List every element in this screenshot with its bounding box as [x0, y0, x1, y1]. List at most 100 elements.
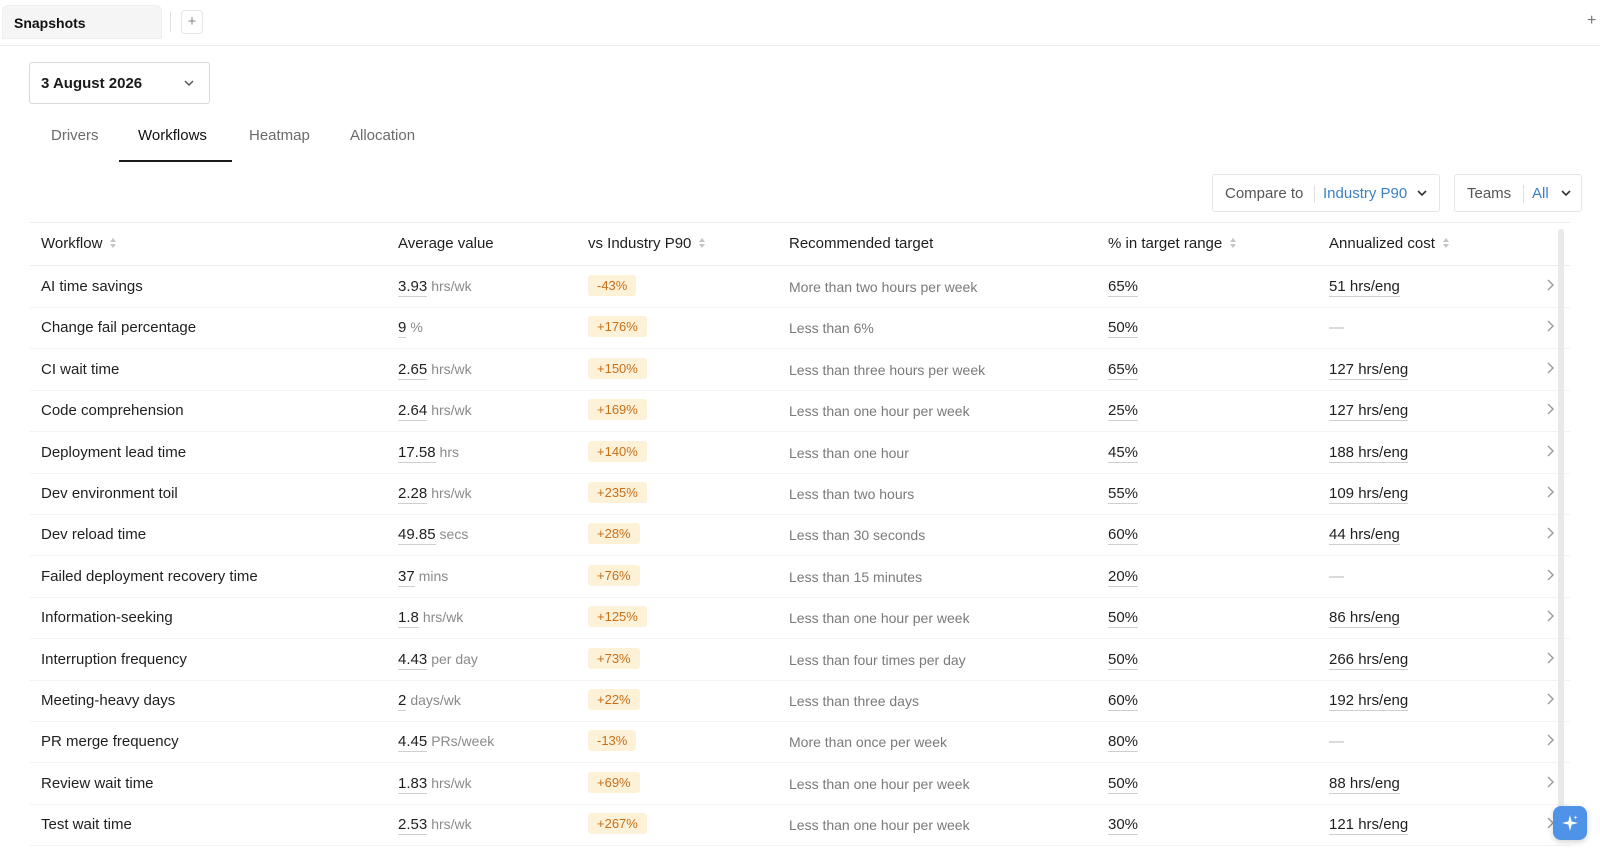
table-row[interactable]: Meeting-heavy days 2 days/wk +22% Less than … — [30, 680, 1570, 722]
pct-value: 45% — [1108, 443, 1139, 463]
tab-heatmap[interactable]: Heatmap — [249, 127, 310, 144]
recommended-target: Less than one hour per week — [789, 775, 970, 792]
pct-in-target[interactable]: 55% — [1108, 485, 1139, 504]
average-value[interactable]: 2.65 hrs/wk — [398, 360, 472, 380]
recommended-target: Less than one hour per week — [789, 817, 970, 834]
average-number: 2.28 — [398, 485, 428, 504]
compare-to-value: Industry P90 — [1323, 185, 1408, 202]
row-open-button[interactable] — [1545, 651, 1555, 669]
pct-in-target[interactable]: 50% — [1108, 774, 1139, 794]
annualized-cost[interactable]: 44 hrs/eng — [1329, 526, 1400, 546]
workflow-name: Review wait time — [41, 774, 154, 792]
table-row[interactable]: CI wait time 2.65 hrs/wk +150% Less than thr… — [30, 349, 1570, 391]
assistant-button[interactable] — [1553, 806, 1587, 840]
pct-in-target[interactable]: 25% — [1108, 402, 1139, 422]
row-open-button[interactable] — [1545, 485, 1555, 503]
table-row[interactable]: Dev environment toil 2.28 hrs/wk +235% Less … — [30, 473, 1570, 515]
average-value[interactable]: 37 mins — [398, 567, 448, 587]
annualized-cost[interactable]: 192 hrs/eng — [1329, 692, 1409, 711]
annualized-cost[interactable]: 266 hrs/eng — [1329, 650, 1409, 670]
average-value[interactable]: 2 days/wk — [398, 692, 461, 711]
average-value[interactable]: 4.43 per day — [398, 650, 478, 670]
row-open-button[interactable] — [1545, 361, 1555, 379]
pct-in-target[interactable]: 65% — [1108, 278, 1139, 297]
row-open-button[interactable] — [1545, 402, 1555, 420]
pct-in-target[interactable]: 30% — [1108, 816, 1139, 836]
column-header-cost[interactable]: Annualized cost — [1329, 235, 1450, 252]
table-row[interactable]: Test wait time 2.53 hrs/wk +267% Less than o… — [30, 804, 1570, 847]
add-tab-button[interactable]: + — [181, 10, 203, 34]
tab-allocation[interactable]: Allocation — [350, 127, 415, 144]
average-value[interactable]: 2.64 hrs/wk — [398, 402, 472, 422]
row-open-button[interactable] — [1545, 444, 1555, 462]
table-row[interactable]: Dev reload time 49.85 secs +28% Less than 30… — [30, 514, 1570, 557]
row-open-button[interactable] — [1545, 692, 1555, 710]
table-scrollbar[interactable] — [1558, 229, 1564, 839]
add-panel-button[interactable]: + — [1587, 10, 1596, 32]
column-header-pct-in-range[interactable]: % in target range — [1108, 235, 1237, 252]
compare-to-select[interactable]: Compare to Industry P90 — [1212, 174, 1440, 212]
annualized-cost[interactable]: 86 hrs/eng — [1329, 609, 1400, 629]
annualized-cost[interactable]: 188 hrs/eng — [1329, 443, 1409, 463]
table-row[interactable]: Information-seeking 1.8 hrs/wk +125% Less th… — [30, 597, 1570, 640]
average-value[interactable]: 1.83 hrs/wk — [398, 774, 472, 794]
industry-delta: +73% — [588, 647, 640, 669]
average-value[interactable]: 9% — [398, 319, 423, 339]
pct-value: 55% — [1108, 485, 1139, 504]
pct-in-target[interactable]: 60% — [1108, 526, 1139, 546]
annualized-cost[interactable]: 121 hrs/eng — [1329, 816, 1409, 836]
pct-in-target[interactable]: 20% — [1108, 567, 1139, 587]
average-value[interactable]: 3.93 hrs/wk — [398, 278, 472, 297]
pct-value: 20% — [1108, 567, 1139, 587]
teams-select[interactable]: Teams All — [1454, 174, 1582, 212]
pct-in-target[interactable]: 50% — [1108, 319, 1139, 339]
pct-in-target[interactable]: 80% — [1108, 733, 1139, 753]
tab-workflows[interactable]: Workflows — [138, 127, 207, 144]
table-row[interactable]: Code comprehension 2.64 hrs/wk +169% Less th… — [30, 390, 1570, 433]
tab-strip: Snapshots + + — [0, 0, 1600, 46]
recommended-target: Less than 6% — [789, 320, 874, 337]
row-open-button[interactable] — [1545, 775, 1555, 793]
row-open-button[interactable] — [1545, 733, 1555, 751]
row-open-button[interactable] — [1545, 278, 1555, 296]
column-header-vs-industry[interactable]: vs Industry P90 — [588, 235, 706, 252]
pct-in-target[interactable]: 65% — [1108, 360, 1139, 380]
sort-icon — [699, 238, 706, 248]
average-value[interactable]: 17.58 hrs — [398, 443, 459, 463]
annualized-cost[interactable]: 127 hrs/eng — [1329, 360, 1409, 380]
average-value[interactable]: 49.85 secs — [398, 526, 468, 546]
table-row[interactable]: Interruption frequency 4.43 per day +73% Les… — [30, 639, 1570, 681]
row-open-button[interactable] — [1545, 319, 1555, 337]
pct-value: 50% — [1108, 319, 1139, 339]
table-row[interactable]: Deployment lead time 17.58 hrs +140% Less th… — [30, 432, 1570, 474]
pct-in-target[interactable]: 45% — [1108, 443, 1139, 463]
table-row[interactable]: Change fail percentage 9% +176% Less than 6… — [30, 307, 1570, 350]
annualized-cost[interactable]: 88 hrs/eng — [1329, 774, 1400, 794]
industry-delta: +235% — [588, 482, 647, 503]
average-number: 2.64 — [398, 402, 428, 422]
industry-delta: +28% — [588, 523, 640, 545]
table-row[interactable]: AI time savings 3.93 hrs/wk -43% More than t… — [30, 266, 1570, 308]
date-picker[interactable]: 3 August 2026 — [29, 62, 210, 104]
row-open-button[interactable] — [1545, 526, 1555, 544]
average-value[interactable]: 2.53 hrs/wk — [398, 816, 472, 836]
teams-value: All — [1532, 185, 1549, 202]
average-value[interactable]: 4.45 PRs/week — [398, 733, 494, 753]
row-open-button[interactable] — [1545, 609, 1555, 627]
tab-drivers[interactable]: Drivers — [51, 127, 99, 144]
annualized-cost[interactable]: 109 hrs/eng — [1329, 485, 1409, 504]
column-header-workflow[interactable]: Workflow — [41, 235, 117, 252]
average-value[interactable]: 1.8 hrs/wk — [398, 609, 463, 629]
tab-snapshots[interactable]: Snapshots — [2, 5, 162, 39]
pct-in-target[interactable]: 60% — [1108, 692, 1139, 711]
annualized-cost[interactable]: 51 hrs/eng — [1329, 278, 1400, 297]
pct-in-target[interactable]: 50% — [1108, 650, 1139, 670]
table-row[interactable]: Review wait time 1.83 hrs/wk +69% Less than … — [30, 763, 1570, 805]
table-row[interactable]: Failed deployment recovery time 37 mins +76… — [30, 556, 1570, 598]
pct-in-target[interactable]: 50% — [1108, 609, 1139, 629]
table-row[interactable]: PR merge frequency 4.45 PRs/week -13% More t… — [30, 721, 1570, 764]
average-value[interactable]: 2.28 hrs/wk — [398, 485, 472, 504]
row-open-button[interactable] — [1545, 568, 1555, 586]
annualized-cost[interactable]: 127 hrs/eng — [1329, 402, 1409, 422]
chevron-right-icon — [1547, 486, 1554, 498]
